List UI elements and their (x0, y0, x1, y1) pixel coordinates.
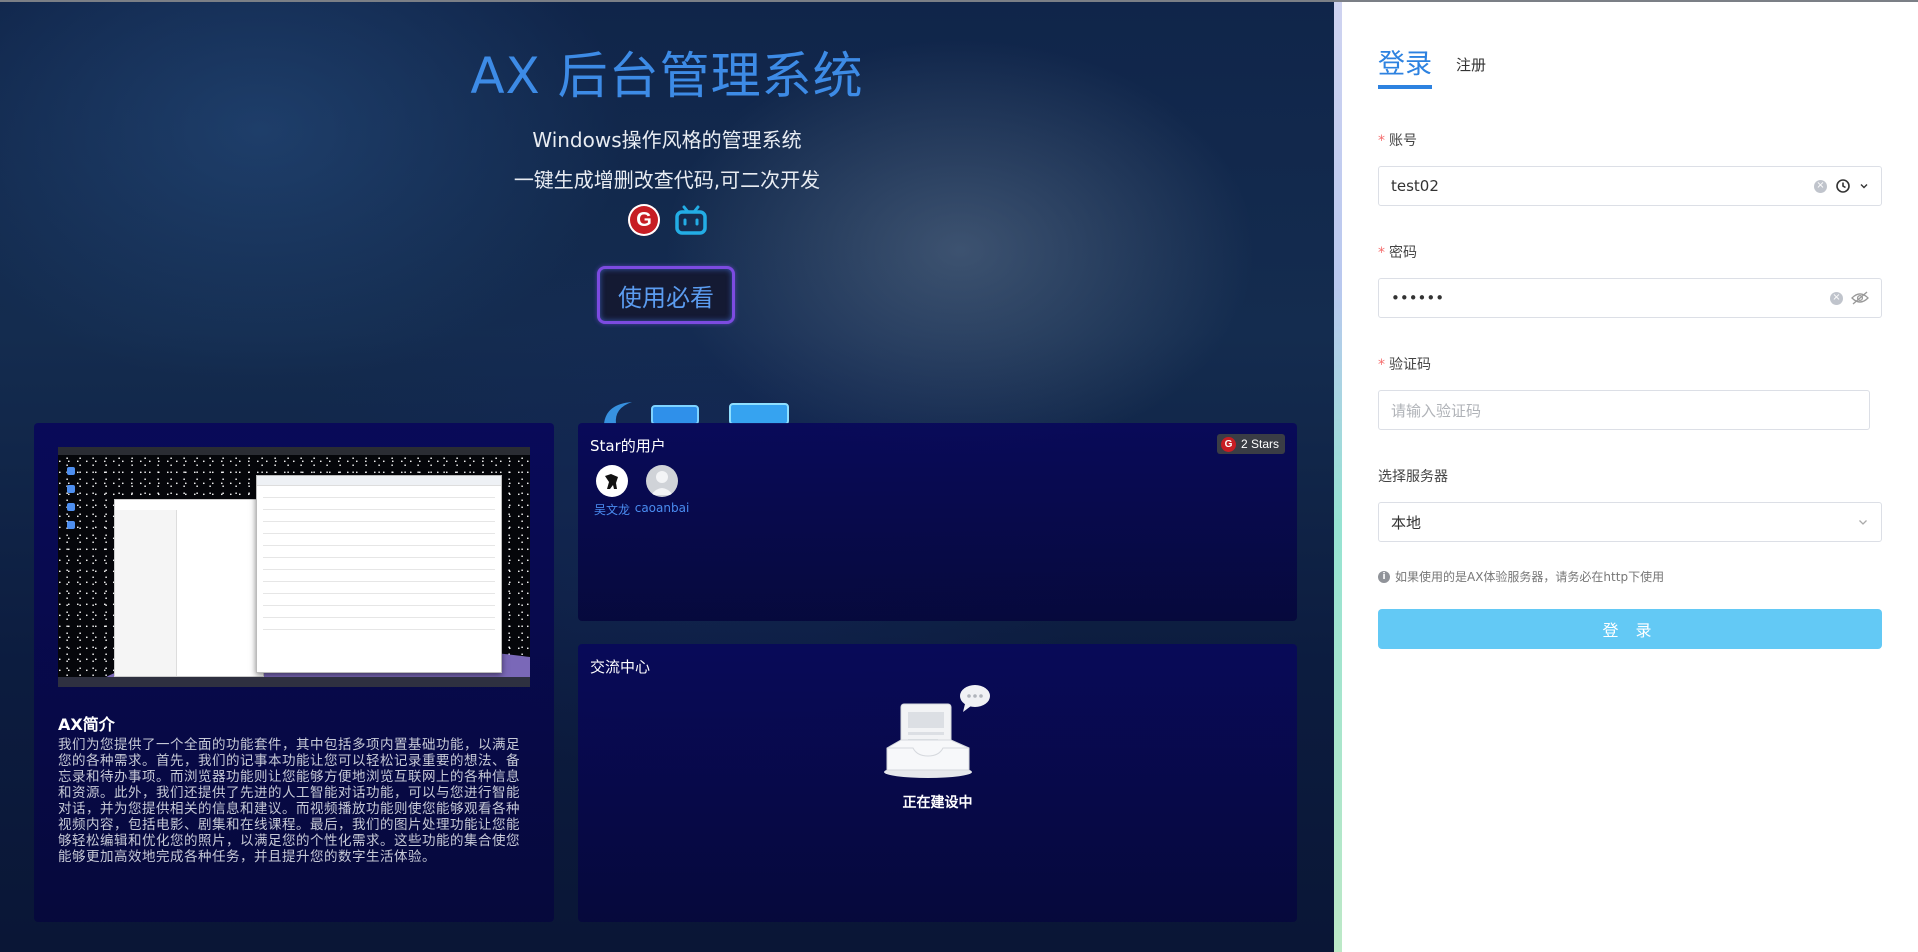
login-panel: 登录 注册 * 账号 test02 × * 密码 •••••• × * 验证码 请输入… (1342, 2, 1918, 952)
star-user-list: 吴文龙 caoanbai (590, 465, 689, 518)
hint-text: 如果使用的是AX体验服务器，请务必在http下使用 (1395, 570, 1665, 584)
captcha-label: * 验证码 (1378, 357, 1431, 373)
guide-button[interactable]: 使用必看 (597, 266, 735, 324)
star-users-card: Star的用户 G 2 Stars 吴文龙 caoanbai (578, 423, 1297, 621)
eye-hidden-icon[interactable] (1851, 291, 1869, 305)
server-value: 本地 (1391, 513, 1422, 532)
server-label: 选择服务器 (1378, 469, 1448, 485)
captcha-field[interactable]: 请输入验证码 (1378, 390, 1870, 430)
password-label: * 密码 (1378, 245, 1417, 261)
info-icon: i (1378, 570, 1390, 583)
empty-state-text: 正在建设中 (902, 795, 973, 811)
decorative-shapes-icon (604, 402, 789, 424)
community-card: 交流中心 正在建设中 (578, 644, 1297, 922)
top-border (0, 0, 1918, 2)
star-card-title: Star的用户 (590, 437, 666, 455)
intro-title: AX简介 (58, 715, 115, 734)
stars-count: 2 Stars (1240, 437, 1279, 451)
tab-register[interactable]: 注册 (1456, 54, 1486, 89)
avatar (596, 465, 628, 497)
intro-card: AX简介 我们为您提供了一个全面的功能套件，其中包括多项内置基础功能，以满足您的… (34, 423, 554, 922)
hero-subtitle-2: 一键生成增删改查代码,可二次开发 (513, 168, 821, 192)
hero-section: AX 后台管理系统 Windows操作风格的管理系统 一键生成增删改查代码,可二… (0, 0, 1334, 952)
community-card-title: 交流中心 (590, 658, 651, 676)
password-value: •••••• (1391, 289, 1445, 307)
panel-divider (1334, 0, 1342, 952)
avatar (646, 465, 678, 497)
history-icon[interactable] (1835, 178, 1851, 194)
account-field[interactable]: test02 × (1378, 166, 1882, 206)
empty-inbox-icon (883, 685, 990, 778)
account-label: * 账号 (1378, 133, 1417, 149)
clear-icon[interactable]: × (1830, 291, 1843, 305)
system-screenshot (58, 447, 530, 687)
gitee-icon[interactable]: G (628, 204, 660, 236)
hero-links: G (628, 204, 708, 236)
password-field[interactable]: •••••• × (1378, 278, 1882, 318)
user-name[interactable]: 吴文龙 (594, 501, 630, 518)
tab-login[interactable]: 登录 (1378, 42, 1432, 89)
captcha-placeholder: 请输入验证码 (1391, 401, 1482, 420)
gitee-icon: G (1220, 436, 1236, 452)
login-button[interactable]: 登 录 (1378, 609, 1882, 649)
chevron-down-icon[interactable] (1859, 181, 1869, 191)
hero-title: AX 后台管理系统 (470, 47, 864, 105)
hero-subtitle-1: Windows操作风格的管理系统 (532, 128, 802, 152)
stars-badge[interactable]: G 2 Stars (1216, 434, 1285, 454)
star-user[interactable]: 吴文龙 (590, 465, 634, 518)
server-hint: i 如果使用的是AX体验服务器，请务必在http下使用 (1378, 568, 1664, 585)
star-user[interactable]: caoanbai (635, 465, 689, 518)
intro-text: 我们为您提供了一个全面的功能套件，其中包括多项内置基础功能，以满足您的各种需求。… (58, 737, 520, 865)
user-name[interactable]: caoanbai (635, 501, 690, 515)
server-select[interactable]: 本地 (1378, 502, 1882, 542)
auth-tabs: 登录 注册 (1378, 42, 1486, 89)
chevron-down-icon (1859, 520, 1867, 525)
account-value: test02 (1391, 177, 1439, 195)
bilibili-icon[interactable] (674, 204, 708, 236)
empty-state: 正在建设中 (578, 684, 1297, 812)
clear-icon[interactable]: × (1814, 179, 1827, 193)
